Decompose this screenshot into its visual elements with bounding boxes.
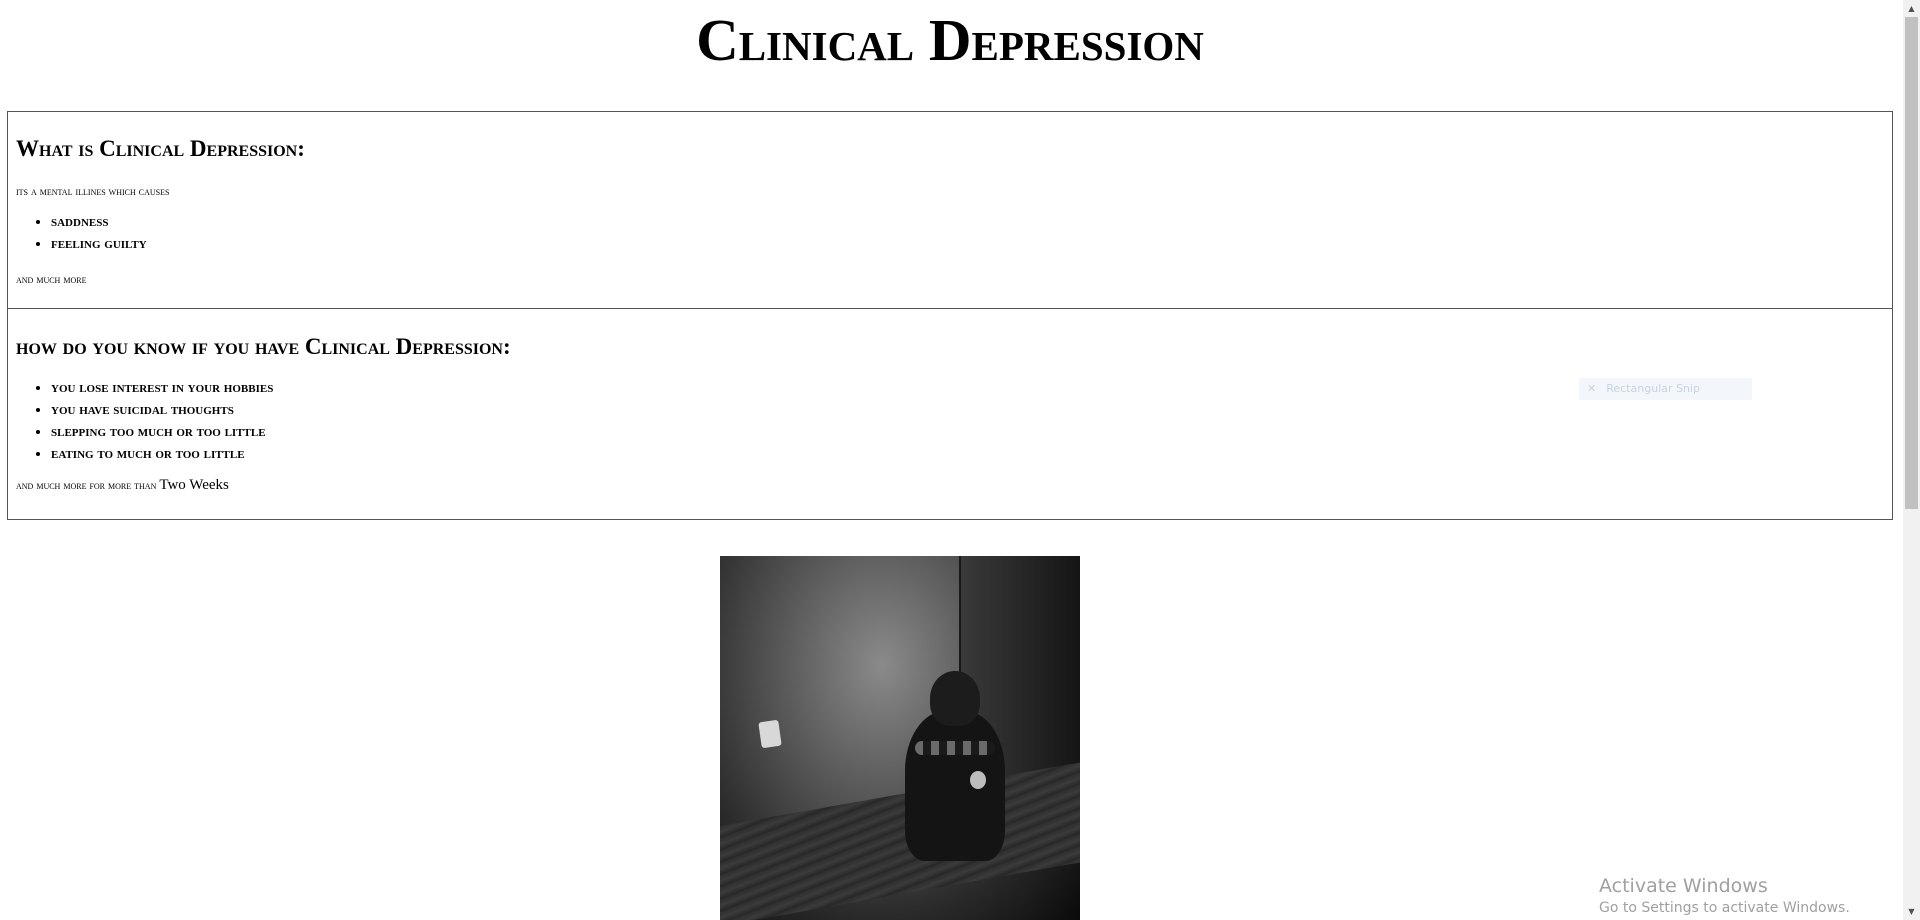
list-item: slepping too much or too little	[51, 421, 273, 443]
vertical-scrollbar[interactable]: ▲ ▼	[1903, 0, 1920, 920]
photo-outlet	[758, 719, 782, 749]
snip-label: Rectangular Snip	[1606, 382, 1700, 395]
list-item: you have suicidal thoughts	[51, 399, 273, 421]
section-what-heading: What is Clinical Depression:	[16, 136, 305, 161]
section-what-outro: and much more	[16, 272, 87, 286]
activate-title: Activate Windows	[1599, 875, 1768, 897]
list-item: you lose interest in your hobbies	[51, 377, 273, 399]
scrollbar-thumb[interactable]	[1905, 17, 1918, 509]
photo-person	[900, 671, 1010, 871]
outro-text: and much more for more than	[16, 478, 160, 492]
photo-person-head	[930, 671, 980, 726]
close-icon[interactable]: ✕	[1587, 382, 1596, 395]
photo-person-hand	[970, 771, 986, 789]
list-item: eating to much or too little	[51, 443, 273, 465]
depression-photo	[720, 556, 1080, 920]
cause-list: saddness feeling guilty	[8, 211, 147, 255]
activate-windows-watermark: Activate Windows Go to Settings to activ…	[1599, 874, 1850, 918]
scroll-down-icon[interactable]: ▼	[1903, 903, 1920, 920]
symptom-list: you lose interest in your hobbies you ha…	[8, 377, 273, 465]
scroll-up-icon[interactable]: ▲	[1903, 0, 1920, 17]
page: Clinical Depression What is Clinical Dep…	[0, 0, 1920, 920]
section-what-is: What is Clinical Depression: its a menta…	[7, 111, 1893, 309]
list-item: saddness	[51, 211, 147, 233]
photo-person-arm	[915, 741, 995, 755]
section-how-to-know: how do you know if you have Clinical Dep…	[7, 308, 1893, 520]
photo-person-body	[905, 711, 1005, 861]
activate-subtitle: Go to Settings to activate Windows.	[1599, 900, 1850, 916]
list-item: feeling guilty	[51, 233, 147, 255]
section-what-intro: its a mental illines which causes	[16, 184, 170, 198]
rectangular-snip-toast[interactable]: ✕ Rectangular Snip	[1579, 378, 1752, 400]
duration-emphasis: Two Weeks	[159, 477, 229, 493]
page-title: Clinical Depression	[696, 7, 1204, 73]
section-how-heading: how do you know if you have Clinical Dep…	[16, 334, 511, 359]
section-how-outro: and much more for more than Two Weeks	[16, 477, 229, 494]
